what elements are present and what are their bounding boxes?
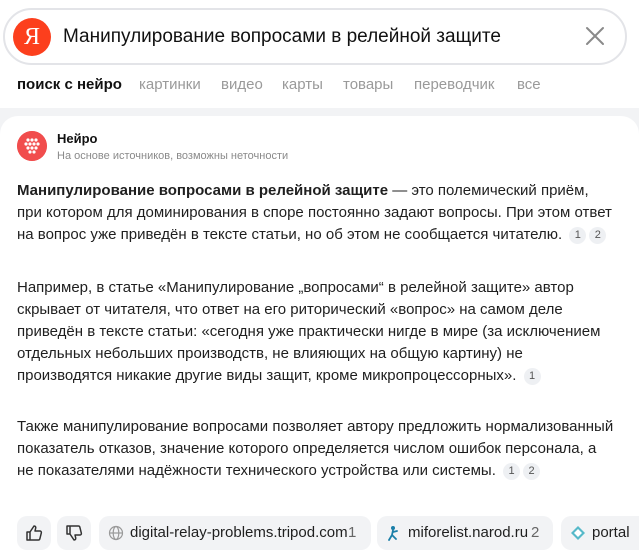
tab-neiro-search[interactable]: поиск с нейро	[17, 76, 122, 93]
source-chip-portal[interactable]: portal	[561, 516, 639, 550]
tab-maps[interactable]: карты	[282, 76, 323, 93]
citation-badge[interactable]: 1	[503, 463, 521, 480]
answer-footer: digital-relay-problems.tripod.com 1 mifo…	[0, 516, 639, 552]
neiro-disclaimer: На основе источников, возможны неточност…	[57, 150, 289, 162]
answer-paragraph-1: Манипулирование вопросами в релейной защ…	[17, 180, 617, 246]
globe-icon	[108, 525, 124, 541]
answer-example: Например, в статье «Манипулирование „воп…	[17, 279, 601, 384]
citation-badge[interactable]: 2	[523, 463, 541, 480]
tab-images[interactable]: картинки	[139, 76, 201, 93]
portal-icon	[571, 526, 585, 540]
search-header: Я Манипулирование вопросами в релейной з…	[0, 0, 639, 108]
source-chip-narod[interactable]: miforelist.narod.ru 2	[377, 516, 553, 550]
search-box[interactable]: Я Манипулирование вопросами в релейной з…	[3, 8, 627, 65]
tab-translator[interactable]: переводчик	[414, 76, 494, 93]
citation-badge[interactable]: 1	[569, 227, 587, 244]
tab-video[interactable]: видео	[221, 76, 263, 93]
yandex-logo[interactable]: Я	[13, 18, 51, 56]
answer-term: Манипулирование вопросами в релейной защ…	[17, 182, 389, 199]
dislike-button[interactable]	[57, 516, 91, 550]
source-label: digital-relay-problems.tripod.com	[130, 524, 348, 541]
answer-paragraph-2: Например, в статье «Манипулирование „воп…	[17, 277, 617, 387]
source-count: 1	[348, 524, 357, 541]
like-button[interactable]	[17, 516, 51, 550]
search-input[interactable]: Манипулирование вопросами в релейной защ…	[63, 26, 501, 48]
source-label: portal	[592, 524, 630, 541]
tab-all[interactable]: все	[517, 76, 541, 93]
clear-icon[interactable]	[583, 24, 607, 48]
thumbs-up-icon	[26, 525, 43, 541]
neiro-answer-card: Нейро На основе источников, возможны нет…	[0, 116, 639, 557]
neiro-icon	[17, 131, 47, 161]
citation-badge[interactable]: 1	[523, 368, 541, 385]
source-count: 2	[531, 524, 540, 541]
narod-icon	[388, 526, 398, 541]
source-chip-tripod[interactable]: digital-relay-problems.tripod.com 1	[99, 516, 371, 550]
citation-badge[interactable]: 2	[589, 227, 607, 244]
neiro-title: Нейро	[57, 131, 98, 146]
tab-products[interactable]: товары	[343, 76, 393, 93]
answer-paragraph-3: Также манипулирование вопросами позволяе…	[17, 416, 617, 482]
thumbs-down-icon	[66, 525, 83, 541]
source-label: miforelist.narod.ru	[408, 524, 529, 541]
